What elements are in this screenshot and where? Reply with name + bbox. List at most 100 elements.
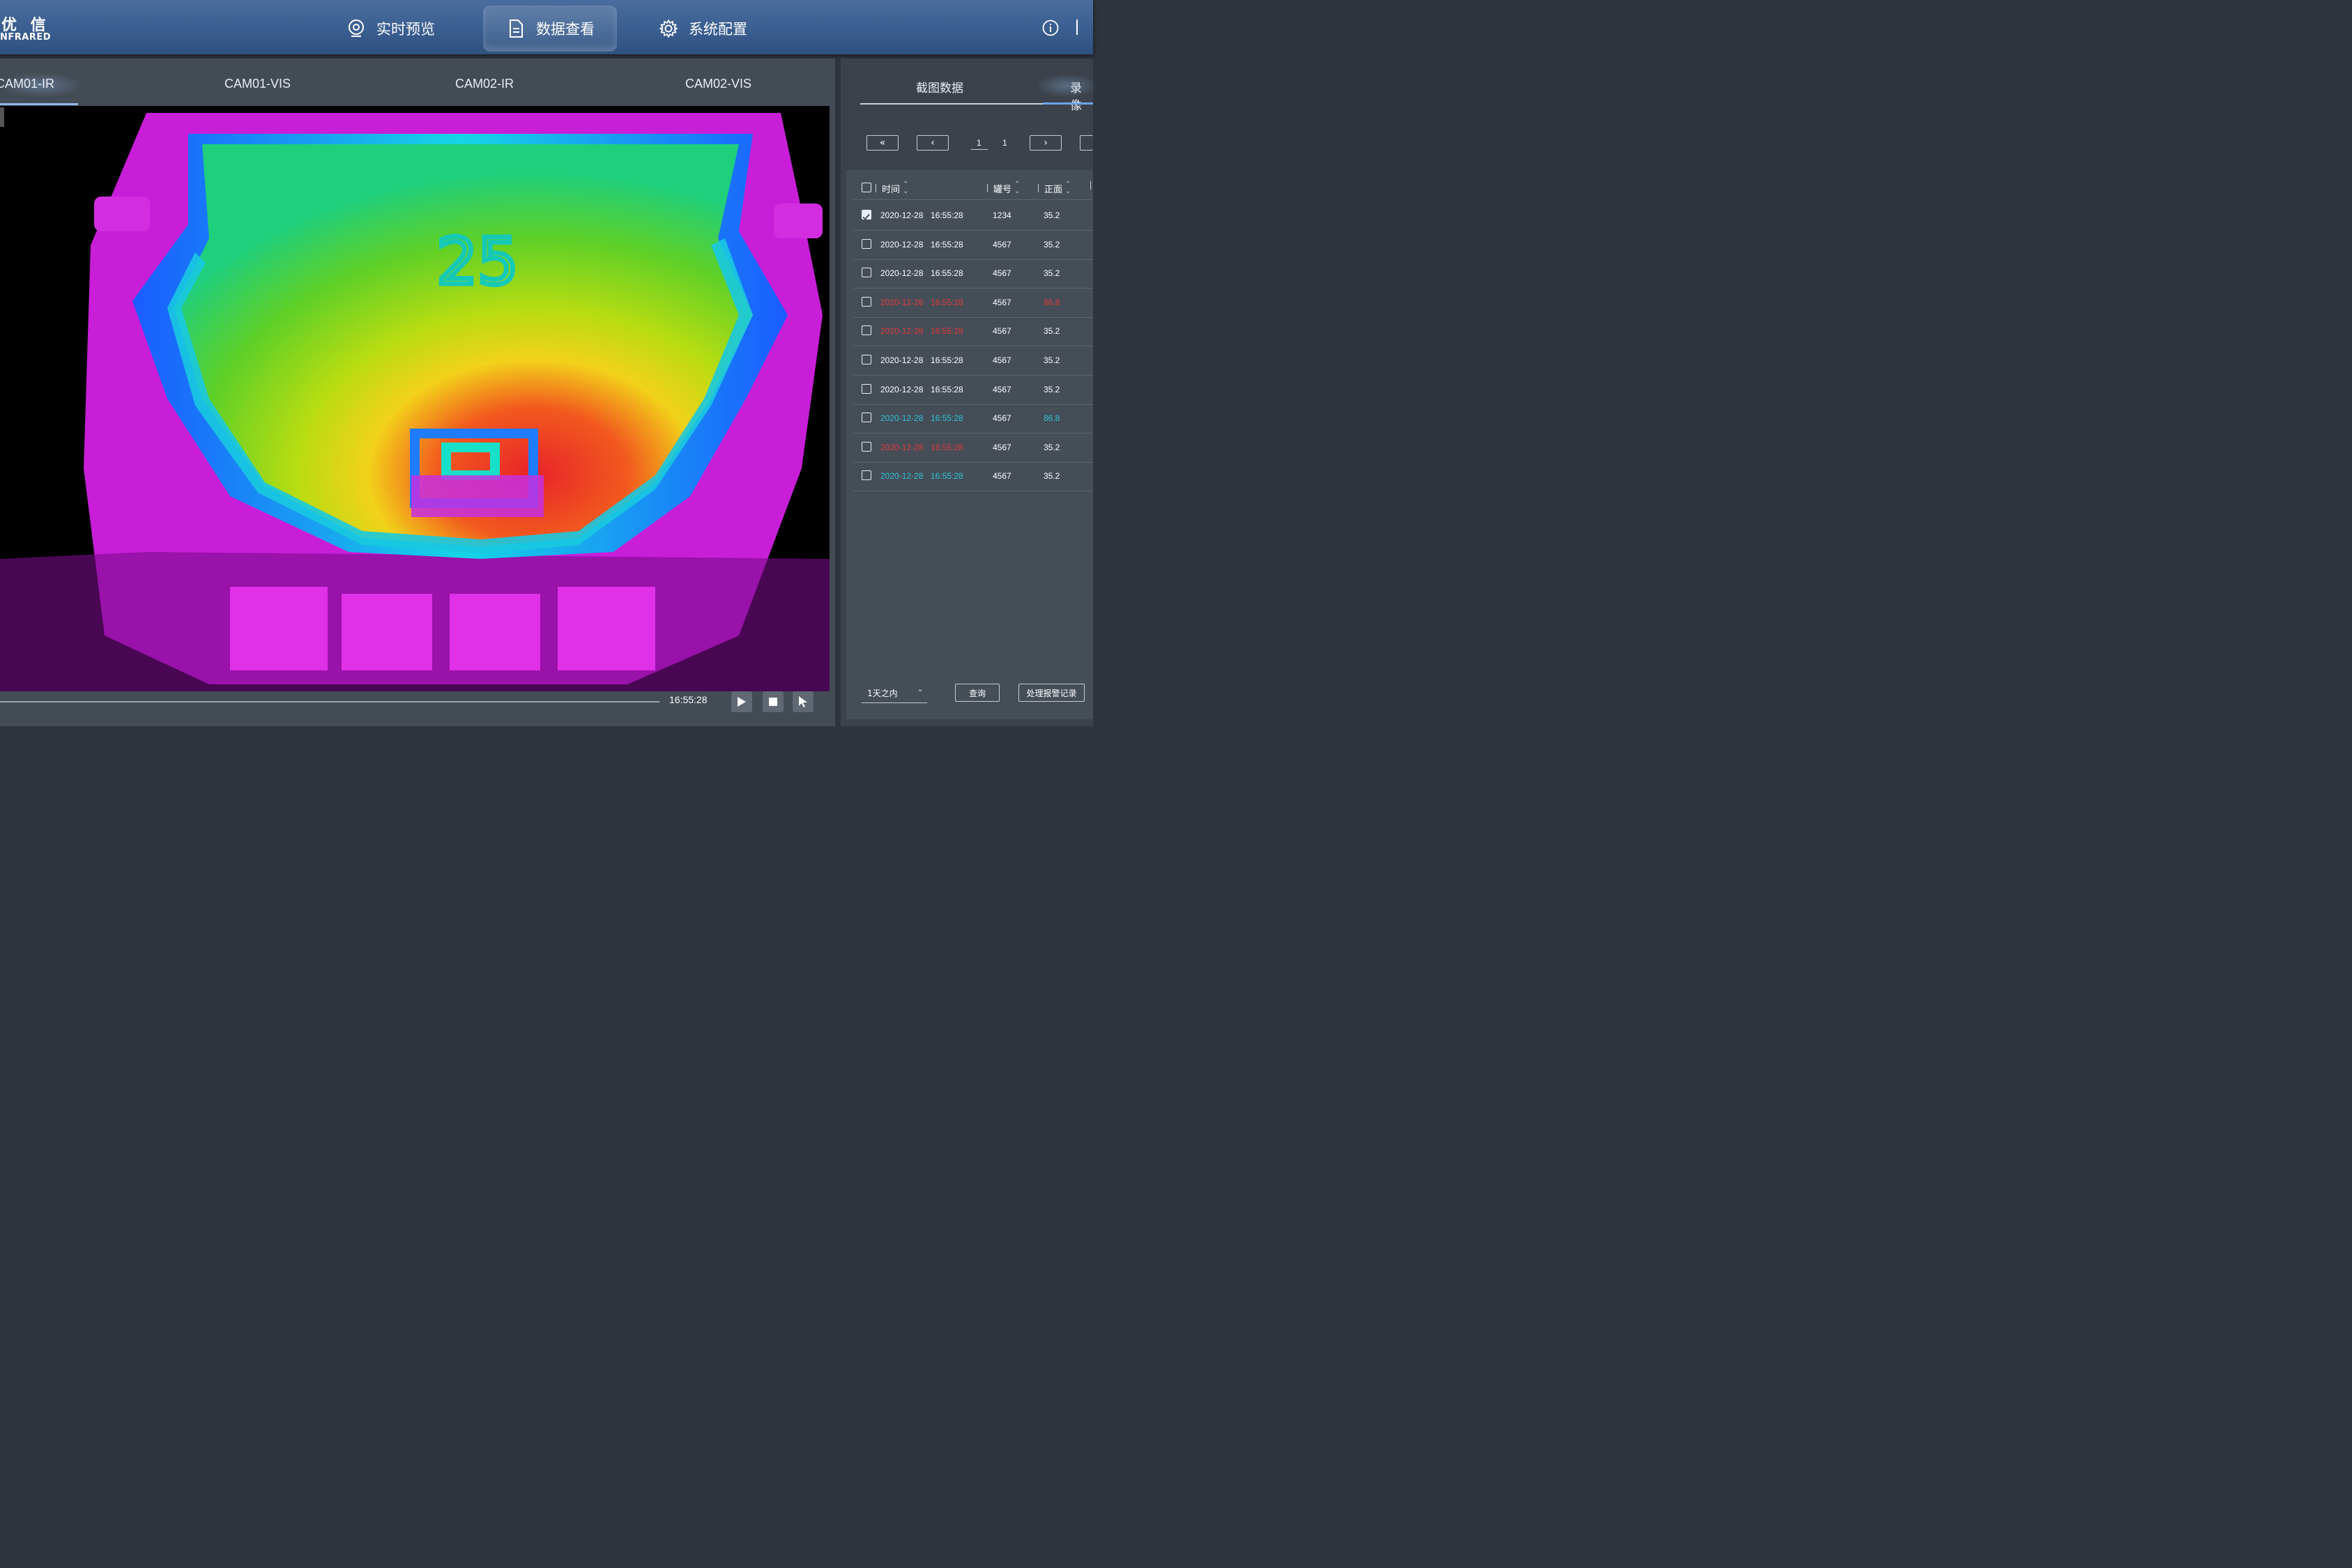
nav-realtime-preview[interactable]: 实时预览: [346, 6, 435, 52]
camera-icon: [349, 20, 364, 37]
tab-underline: [860, 103, 1043, 105]
tab-cam01-vis[interactable]: CAM01-VIS: [224, 77, 291, 91]
tab-recording[interactable]: 录像: [1070, 78, 1093, 113]
tab-cam02-vis[interactable]: CAM02-VIS: [685, 77, 751, 91]
playback-timeline[interactable]: [0, 701, 659, 702]
thermal-image: 25: [0, 106, 830, 691]
total-pages: 1: [1002, 138, 1007, 148]
header-tank[interactable]: 罐号 ⌃ ⌄: [987, 181, 1020, 195]
cell-front: 35.2: [1044, 442, 1060, 452]
tab-cam02-ir[interactable]: CAM02-IR: [455, 77, 514, 91]
nav-label-config: 系统配置: [689, 21, 747, 38]
cell-time: 16:55:28: [931, 471, 963, 482]
row-checkbox[interactable]: [862, 441, 871, 452]
row-divider: [853, 461, 1093, 463]
cell-front: 35.2: [1044, 355, 1060, 365]
nav-label-realtime: 实时预览: [376, 21, 435, 38]
row-divider: [853, 259, 1093, 260]
overlay-number-text: 25: [436, 224, 518, 299]
cell-tank: 4567: [993, 471, 1011, 482]
toolbar-divider: [1076, 20, 1078, 35]
cursor-icon: [799, 696, 807, 707]
row-checkbox[interactable]: [862, 325, 871, 336]
cell-tank: 4567: [993, 355, 1011, 365]
cell-date: 2020-12-28: [880, 384, 924, 394]
cell-tank: 1234: [993, 210, 1011, 220]
nav-system-config[interactable]: 系统配置: [658, 6, 747, 52]
time-range-value: 1天之内: [867, 689, 898, 698]
cell-time: 16:55:28: [931, 268, 963, 279]
cell-front: 35.2: [1044, 471, 1060, 482]
query-button[interactable]: 查询: [955, 684, 1000, 702]
frame-marker: [0, 107, 4, 127]
cell-time: 16:55:28: [931, 355, 963, 365]
row-checkbox[interactable]: [862, 210, 871, 220]
row-checkbox[interactable]: [862, 238, 871, 249]
next-page-button[interactable]: ›: [1030, 135, 1062, 151]
nav-data-view[interactable]: 数据查看: [483, 6, 617, 52]
row-divider: [853, 230, 1093, 231]
cell-date: 2020-12-28: [880, 297, 924, 307]
cell-date: 2020-12-28: [880, 355, 924, 365]
info-icon[interactable]: [1042, 20, 1059, 36]
row-checkbox[interactable]: [862, 355, 871, 364]
cell-date: 2020-12-28: [880, 471, 924, 482]
row-checkbox[interactable]: [862, 413, 871, 423]
alarm-records-button[interactable]: 处理报警记录: [1018, 684, 1085, 702]
prev-page-button[interactable]: ‹: [917, 135, 949, 151]
cell-front: 86.8: [1044, 413, 1060, 424]
cell-tank: 4567: [993, 384, 1011, 394]
cell-tank: 4567: [993, 268, 1011, 279]
row-checkbox[interactable]: [862, 470, 871, 481]
sort-icon: ⌃ ⌄: [903, 180, 909, 195]
cell-front: 86.8: [1044, 297, 1060, 307]
camera-tabs: CAM01-IR CAM01-VIS CAM02-IR CAM02-VIS: [0, 59, 835, 106]
brand-logo-en: NFRARED: [0, 32, 52, 43]
gear-icon: [659, 20, 678, 38]
cell-time: 16:55:28: [931, 239, 963, 249]
header-divider: [853, 199, 1093, 200]
top-navigation-bar: 优 信 NFRARED 实时预览 数据查看 系统配置: [0, 0, 1093, 54]
stop-icon: [769, 698, 777, 706]
chevron-left-icon: ‹: [931, 137, 935, 148]
cell-front: 35.2: [1044, 326, 1060, 337]
cell-time: 16:55:28: [931, 297, 963, 307]
first-page-button[interactable]: «: [866, 135, 899, 151]
sort-icon: ⌃ ⌄: [1065, 180, 1071, 195]
chevron-right-icon: ›: [1044, 137, 1048, 148]
video-panel: CAM01-IR CAM01-VIS CAM02-IR CAM02-VIS 25…: [0, 59, 835, 726]
cell-time: 16:55:28: [931, 210, 963, 220]
playback-time: 16:55:28: [669, 694, 708, 705]
cell-tank: 4567: [993, 239, 1011, 249]
time-range-select[interactable]: 1天之内 ⌄: [862, 684, 927, 703]
header-front[interactable]: 正面 ⌃ ⌄: [1038, 181, 1071, 195]
current-page[interactable]: 1: [977, 138, 982, 148]
cell-tank: 4567: [993, 297, 1011, 307]
cell-date: 2020-12-28: [880, 326, 924, 337]
row-divider: [853, 375, 1093, 376]
cell-tank: 4567: [993, 326, 1011, 337]
page-input-underline: [971, 149, 988, 150]
sort-icon: ⌃ ⌄: [1014, 180, 1021, 195]
row-checkbox[interactable]: [862, 383, 871, 394]
last-page-button[interactable]: [1080, 135, 1093, 151]
stop-button[interactable]: [763, 691, 784, 712]
cell-front: 35.2: [1044, 210, 1060, 220]
cell-tank: 4567: [993, 413, 1011, 424]
cell-time: 16:55:28: [931, 326, 963, 337]
header-time[interactable]: 时间 ⌃ ⌄: [876, 181, 908, 195]
tab-cam01-ir[interactable]: CAM01-IR: [0, 77, 54, 91]
play-button[interactable]: [731, 691, 752, 712]
row-divider: [853, 403, 1093, 405]
cell-date: 2020-12-28: [880, 210, 924, 220]
select-all-checkbox[interactable]: [862, 183, 871, 192]
tab-screenshot-data[interactable]: 截图数据: [916, 78, 963, 95]
row-divider: [853, 288, 1093, 289]
thermal-video-frame[interactable]: 25: [0, 106, 830, 691]
cell-time: 16:55:28: [931, 384, 963, 394]
row-checkbox[interactable]: [862, 268, 871, 278]
row-checkbox[interactable]: [862, 296, 871, 307]
active-tab-underline: [1043, 102, 1093, 105]
document-icon: [510, 20, 523, 38]
pointer-tool-button[interactable]: [793, 691, 814, 712]
